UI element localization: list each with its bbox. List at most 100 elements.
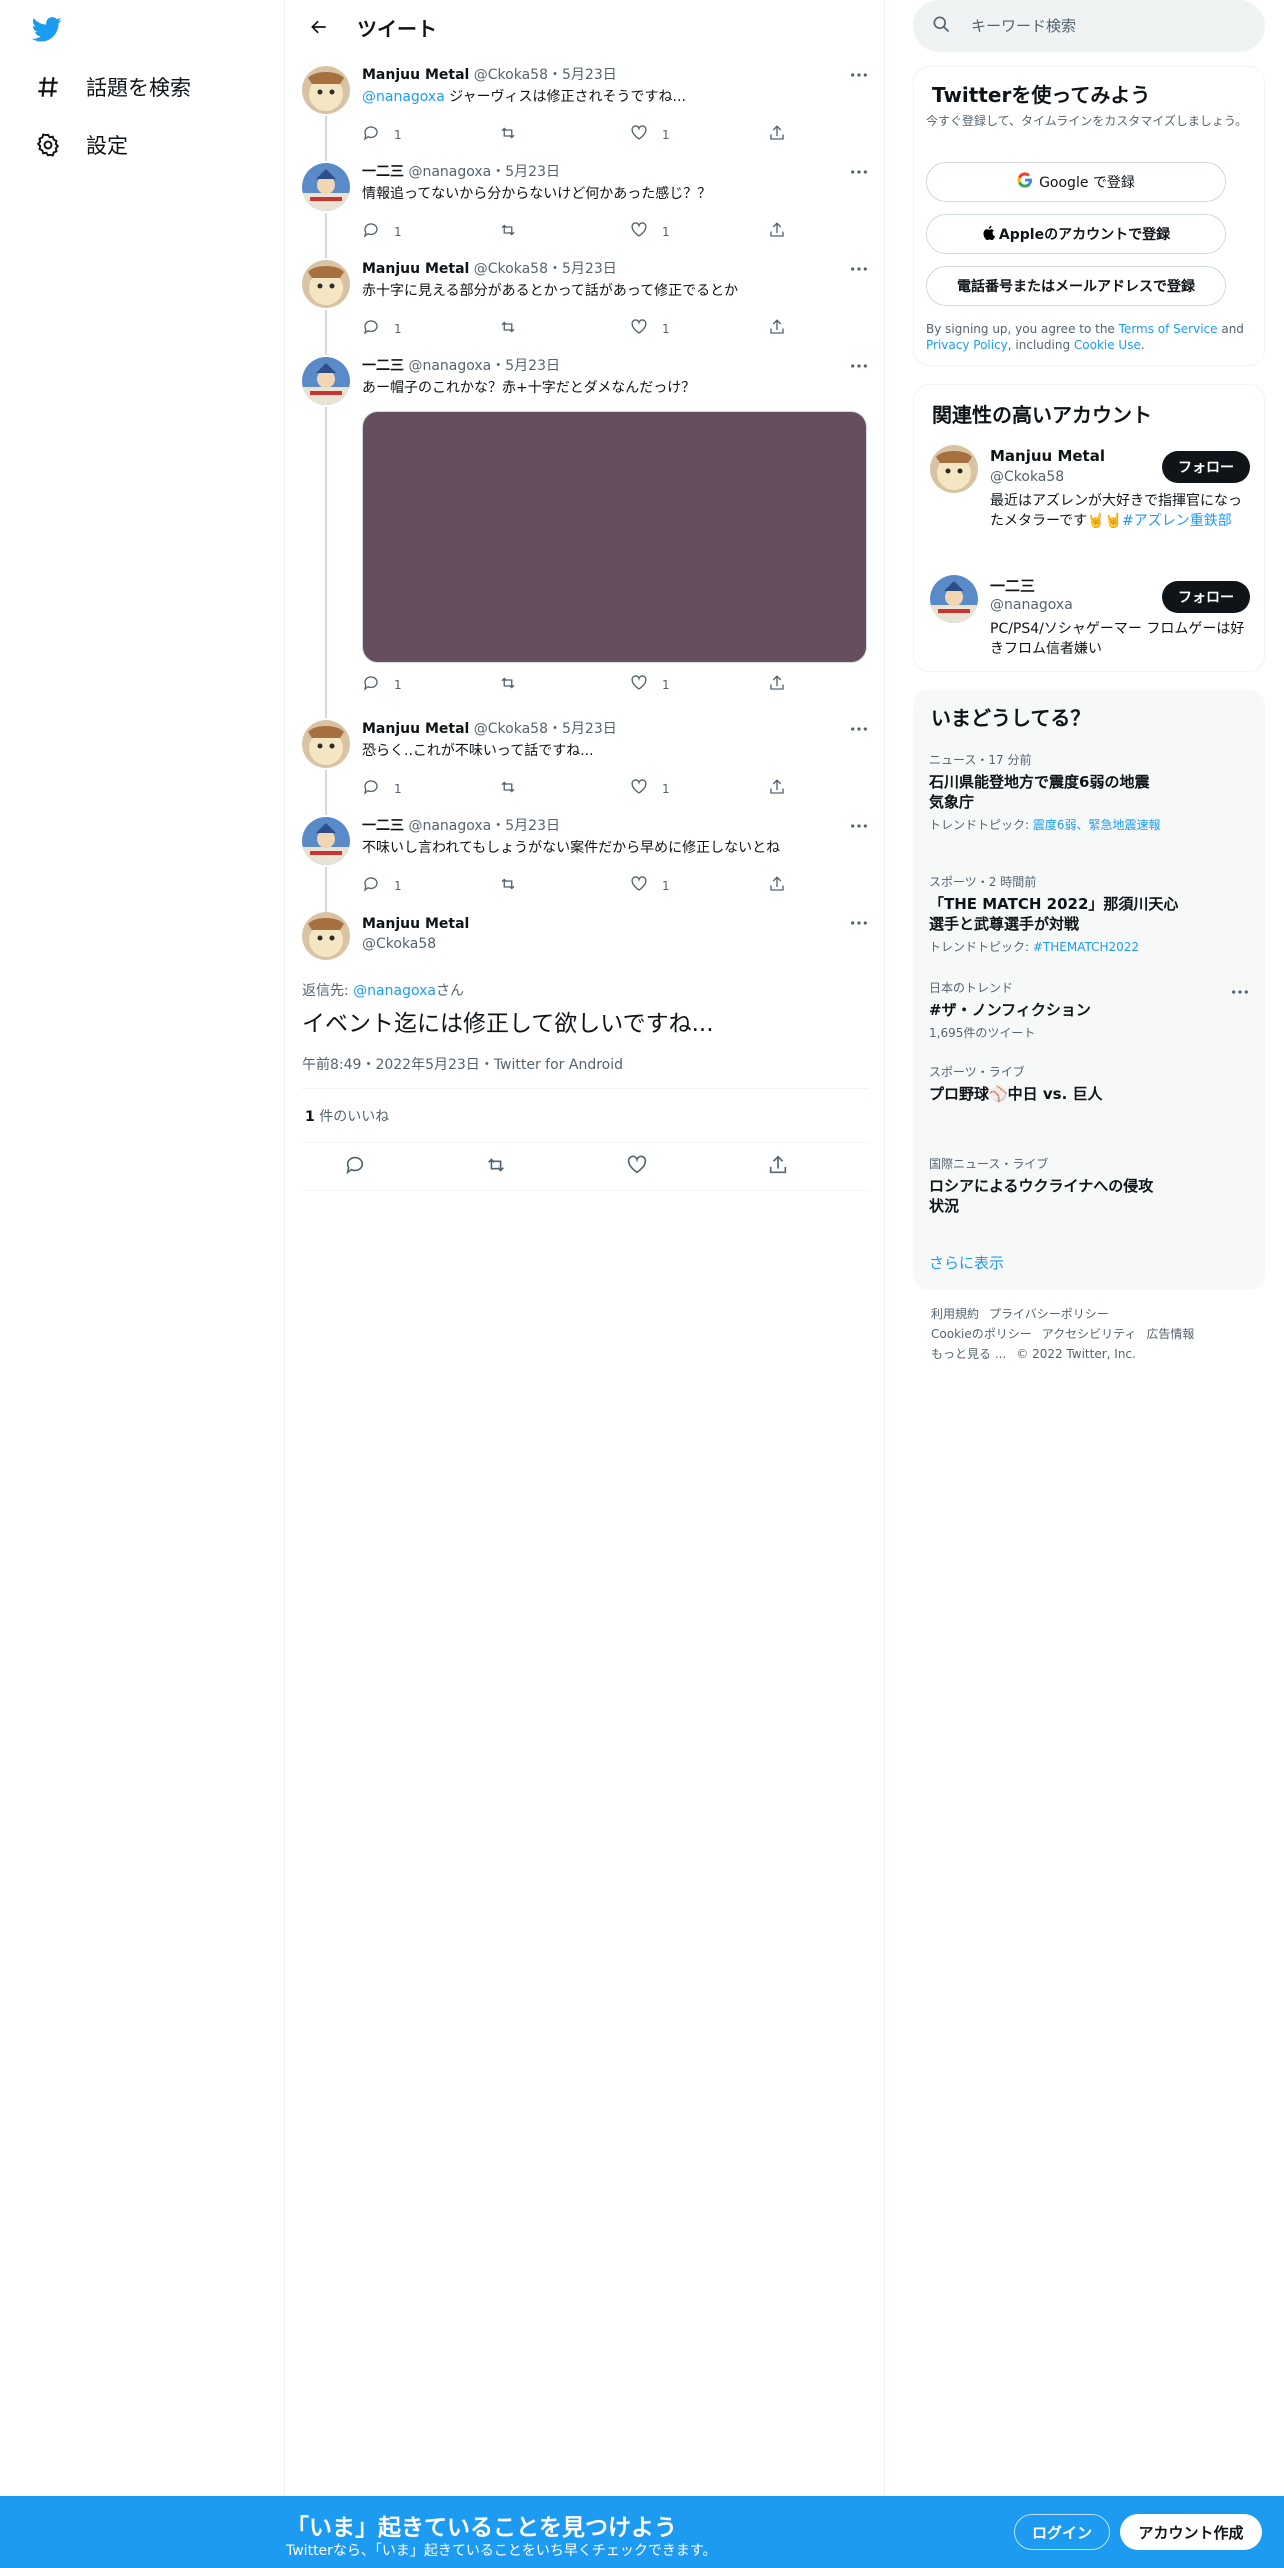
reply-button[interactable]: 1	[362, 221, 402, 242]
reply-button[interactable]: 1	[362, 318, 402, 339]
share-button[interactable]	[768, 674, 786, 695]
tweet-date[interactable]: 5月23日	[505, 818, 560, 834]
more-icon[interactable]	[849, 817, 869, 835]
author-name[interactable]: Manjuu Metal	[362, 916, 469, 932]
ads-info-link[interactable]: 広告情報	[1146, 1327, 1194, 1341]
author-name[interactable]: 一二三	[362, 818, 404, 834]
author-handle[interactable]: @Ckoka58	[474, 67, 548, 83]
back-arrow-icon[interactable]	[299, 7, 339, 47]
follow-button[interactable]: フォロー	[1162, 581, 1250, 613]
avatar[interactable]	[302, 260, 350, 308]
like-button[interactable]: 1	[630, 778, 670, 799]
trend-item[interactable]: 国際ニュース・ライブ ロシアによるウクライナへの侵攻状況	[929, 1156, 1165, 1216]
share-button[interactable]	[768, 318, 786, 339]
mention-link[interactable]: @nanagoxa	[362, 89, 445, 105]
avatar[interactable]	[302, 357, 350, 405]
retweet-button[interactable]	[499, 875, 517, 896]
cookie-link[interactable]: Cookie Use	[1074, 338, 1141, 352]
more-icon[interactable]	[849, 163, 869, 181]
account-name[interactable]: 一二三	[990, 575, 1035, 596]
trend-item[interactable]: 日本のトレンド #ザ・ノンフィクション 1,695件のツイート	[929, 980, 1249, 1040]
signup-button[interactable]: アカウント作成	[1120, 2514, 1262, 2550]
share-button[interactable]	[768, 875, 786, 896]
tweet-date[interactable]: 5月23日	[505, 358, 560, 374]
nav-settings[interactable]: 設定	[34, 125, 128, 165]
search-bar[interactable]	[913, 0, 1265, 52]
retweet-button[interactable]	[499, 124, 517, 145]
avatar[interactable]	[930, 445, 978, 493]
hashtag-link[interactable]: #アズレン重鉄部	[1122, 513, 1232, 529]
accessibility-link[interactable]: アクセシビリティ	[1042, 1327, 1137, 1341]
show-more-link[interactable]: さらに表示	[929, 1252, 1004, 1273]
author-handle[interactable]: @nanagoxa	[408, 164, 491, 180]
avatar[interactable]	[302, 912, 350, 960]
reply-button[interactable]: 1	[362, 124, 402, 145]
avatar[interactable]	[302, 720, 350, 768]
like-button[interactable]: 1	[630, 875, 670, 896]
trend-topic-link[interactable]: #THEMATCH2022	[1033, 940, 1139, 954]
tweet-time[interactable]: 午前8:49	[302, 1057, 361, 1073]
more-icon[interactable]	[1231, 980, 1249, 999]
like-button[interactable]: 1	[630, 318, 670, 339]
tweet-media-image[interactable]	[362, 411, 867, 663]
tos-link[interactable]: Terms of Service	[1119, 322, 1218, 336]
like-button[interactable]: 1	[630, 674, 670, 695]
login-button[interactable]: ログイン	[1014, 2514, 1110, 2550]
tweet-date[interactable]: 5月23日	[562, 261, 617, 277]
account-handle[interactable]: @Ckoka58	[990, 469, 1064, 485]
like-button[interactable]: 1	[630, 221, 670, 242]
author-handle[interactable]: @Ckoka58	[474, 721, 548, 737]
follow-button[interactable]: フォロー	[1162, 451, 1250, 483]
author-name[interactable]: Manjuu Metal	[362, 721, 469, 737]
more-link[interactable]: もっと見る ...	[931, 1347, 1006, 1361]
share-button[interactable]	[768, 221, 786, 242]
twitter-logo-icon[interactable]	[30, 14, 66, 44]
trend-item[interactable]: スポーツ・ライブ プロ野球⚾中日 vs. 巨人	[929, 1064, 1249, 1104]
privacy-link[interactable]: Privacy Policy	[926, 338, 1008, 352]
tweet-date[interactable]: 5月23日	[505, 164, 560, 180]
like-count[interactable]: 1 件のいいね	[305, 1106, 389, 1126]
retweet-button[interactable]	[499, 318, 517, 339]
author-name[interactable]: 一二三	[362, 164, 404, 180]
tweet-date[interactable]: 5月23日	[562, 721, 617, 737]
terms-link[interactable]: 利用規約	[931, 1307, 979, 1321]
author-handle[interactable]: @nanagoxa	[408, 358, 491, 374]
nav-explore[interactable]: 話題を検索	[34, 67, 191, 107]
share-button[interactable]	[768, 778, 786, 799]
trend-item[interactable]: ニュース・17 分前 石川県能登地方で震度6弱の地震 気象庁 トレンドトピック:…	[929, 752, 1165, 832]
more-icon[interactable]	[849, 66, 869, 84]
apple-signup-button[interactable]: Appleのアカウントで登録	[926, 214, 1226, 254]
reply-button[interactable]: 1	[362, 778, 402, 799]
avatar[interactable]	[302, 163, 350, 211]
author-name[interactable]: Manjuu Metal	[362, 67, 469, 83]
avatar[interactable]	[302, 817, 350, 865]
more-icon[interactable]	[849, 914, 869, 932]
share-icon[interactable]	[767, 1154, 791, 1178]
account-handle[interactable]: @nanagoxa	[990, 597, 1073, 613]
retweet-button[interactable]	[499, 674, 517, 695]
more-icon[interactable]	[849, 720, 869, 738]
like-button[interactable]: 1	[630, 124, 670, 145]
privacy-policy-link[interactable]: プライバシーポリシー	[989, 1307, 1109, 1321]
trend-topic-link[interactable]: 震度6弱、緊急地震速報	[1033, 818, 1161, 832]
reply-icon[interactable]	[344, 1154, 368, 1178]
tweet-date[interactable]: 5月23日	[562, 67, 617, 83]
share-button[interactable]	[768, 124, 786, 145]
reply-mention-link[interactable]: @nanagoxa	[353, 983, 436, 999]
google-signup-button[interactable]: Google で登録	[926, 162, 1226, 202]
retweet-button[interactable]	[499, 221, 517, 242]
tweet-date[interactable]: 2022年5月23日	[375, 1057, 479, 1073]
author-name[interactable]: Manjuu Metal	[362, 261, 469, 277]
avatar[interactable]	[302, 66, 350, 114]
retweet-icon[interactable]	[485, 1154, 509, 1178]
author-handle[interactable]: @Ckoka58	[362, 936, 436, 952]
avatar[interactable]	[930, 575, 978, 623]
author-handle[interactable]: @nanagoxa	[408, 818, 491, 834]
search-input[interactable]	[971, 17, 1231, 35]
reply-button[interactable]: 1	[362, 875, 402, 896]
cookie-policy-link[interactable]: Cookieのポリシー	[931, 1327, 1032, 1341]
phone-email-signup-button[interactable]: 電話番号またはメールアドレスで登録	[926, 266, 1226, 306]
retweet-button[interactable]	[499, 778, 517, 799]
author-handle[interactable]: @Ckoka58	[474, 261, 548, 277]
author-name[interactable]: 一二三	[362, 358, 404, 374]
